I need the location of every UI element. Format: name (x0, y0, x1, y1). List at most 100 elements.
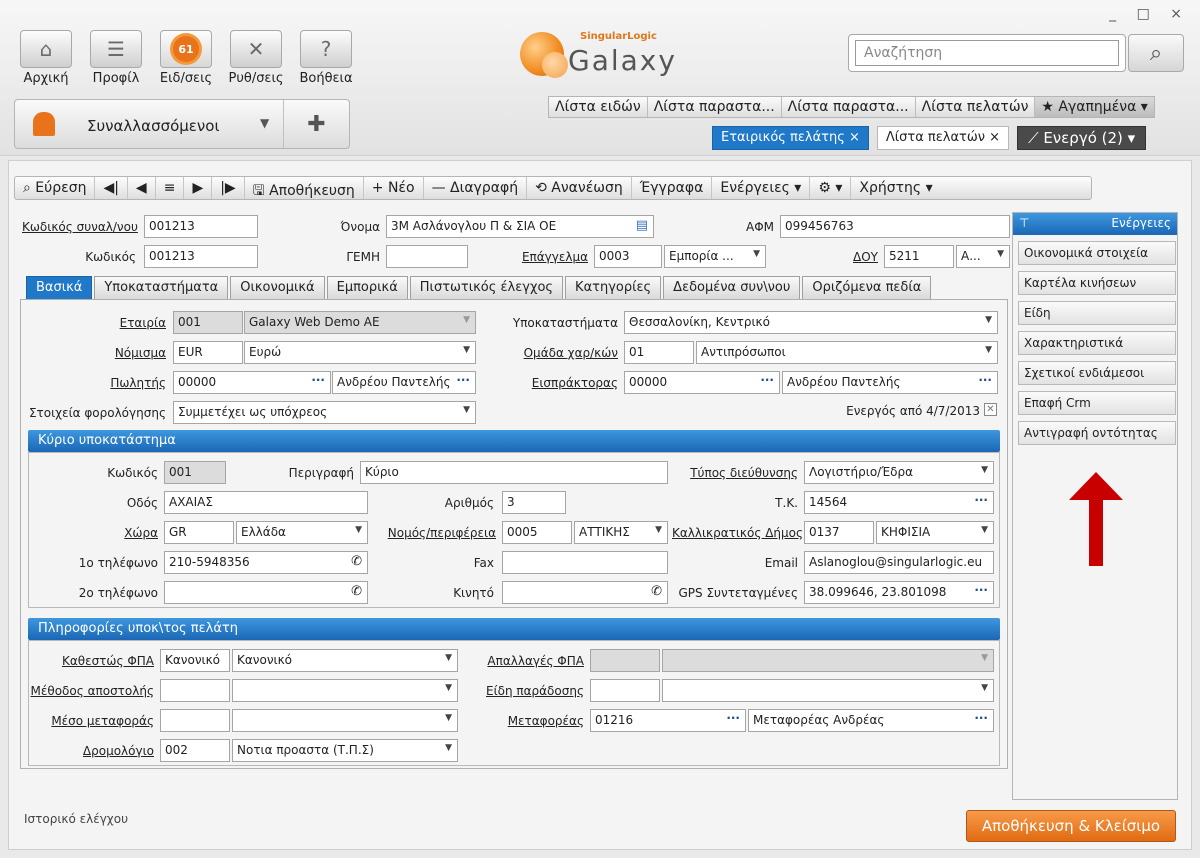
new-button[interactable]: + Νέο (364, 177, 424, 199)
region-code-field[interactable]: 0005 (502, 521, 572, 544)
desc-field[interactable]: Κύριο (360, 461, 668, 484)
action-items[interactable]: Είδη (1018, 301, 1176, 325)
zip-field[interactable]: 14564 ··· (804, 491, 994, 514)
open-tab-corporate-customer[interactable]: Εταιρικός πελάτης × (712, 126, 869, 150)
email-field[interactable]: Aslanoglou@singularlogic.eu (804, 551, 994, 574)
collector-code-field[interactable]: 00000 ··· (624, 371, 780, 394)
transport-label[interactable]: Μέσο μεταφοράς (30, 714, 154, 728)
tax-select[interactable]: Συμμετέχει ως υπόχρεος ▼ (173, 401, 476, 424)
actions-menu[interactable]: Ενέργειες ▾ (712, 177, 811, 199)
seller-name-field[interactable]: Ανδρέου Παντελής ··· (332, 371, 476, 394)
vat-exemptions-code-field[interactable] (590, 649, 660, 672)
municipality-select[interactable]: ΚΗΦΙΣΙΑ ▼ (876, 521, 994, 544)
refresh-button[interactable]: ⟲ Ανανέωση (527, 177, 632, 199)
favorites-tab[interactable]: ★ Αγαπημένα ▾ (1035, 97, 1154, 117)
code-partner-field[interactable]: 001213 (144, 215, 258, 238)
search-button[interactable]: ⌕ (1128, 34, 1184, 72)
delivery-label[interactable]: Είδη παράδοσης (470, 684, 584, 698)
next-record-button[interactable]: ▶ (184, 177, 213, 199)
nav-settings[interactable]: ✕ Ρυθ/σεις (224, 30, 288, 86)
vat-code-field[interactable]: Κανονικό (160, 649, 230, 672)
save-button[interactable]: 🖫 Αποθήκευση (245, 177, 364, 199)
prev-record-button[interactable]: ◀ (128, 177, 156, 199)
browse-icon[interactable]: ··· (760, 373, 774, 387)
ship-method-code-field[interactable] (160, 679, 230, 702)
municipality-code-field[interactable]: 0137 (804, 521, 874, 544)
search-input[interactable]: Αναζήτηση (855, 40, 1119, 66)
pin-icon[interactable]: ⊤ (1019, 216, 1029, 230)
route-label[interactable]: Δρομολόγιο (30, 744, 154, 758)
first-record-button[interactable]: ◀| (95, 177, 128, 199)
currency-label[interactable]: Νόμισμα (30, 346, 166, 360)
list-button[interactable]: ≡ (156, 177, 185, 199)
carrier-code-field[interactable]: 01216 ··· (590, 709, 746, 732)
browse-icon[interactable]: ··· (311, 373, 325, 387)
active-checkbox[interactable]: ✕ (984, 403, 997, 416)
browse-icon[interactable]: ··· (726, 711, 740, 725)
tab-categories[interactable]: Κατηγορίες (565, 276, 662, 300)
currency-select[interactable]: Ευρώ ▼ (244, 341, 476, 364)
branches-select[interactable]: Θεσσαλονίκη, Κεντρικό ▼ (624, 311, 998, 334)
tab-commercial[interactable]: Εμπορικά (326, 276, 408, 300)
carrier-name-field[interactable]: Μεταφορέας Ανδρέας ··· (748, 709, 994, 732)
tab-partner-data[interactable]: Δεδομένα συν\νου (663, 276, 801, 300)
code-partner-label[interactable]: Κωδικός συναλ/νου (22, 220, 138, 234)
addr-type-select[interactable]: Λογιστήριο/Έδρα ▼ (804, 461, 994, 484)
vat-label[interactable]: Καθεστώς ΦΠΑ (30, 654, 154, 668)
transport-code-field[interactable] (160, 709, 230, 732)
fax-field[interactable] (502, 551, 668, 574)
ship-method-select[interactable]: ▼ (232, 679, 458, 702)
window-controls[interactable]: _ □ × (1109, 6, 1190, 22)
browse-icon[interactable]: ··· (974, 711, 988, 725)
gemh-field[interactable] (386, 245, 468, 268)
tab-custom-fields[interactable]: Οριζόμενα πεδία (802, 276, 932, 300)
open-tab-customer-list[interactable]: Λίστα πελατών × (876, 126, 1010, 150)
save-close-button[interactable]: Αποθήκευση & Κλείσιμο (966, 810, 1176, 842)
transport-select[interactable]: ▼ (232, 709, 458, 732)
delivery-code-field[interactable] (590, 679, 660, 702)
documents-button[interactable]: Έγγραφα (632, 177, 713, 199)
audit-history-link[interactable]: Ιστορικό ελέγχου (24, 812, 128, 826)
delete-button[interactable]: — Διαγραφή (424, 177, 528, 199)
quick-tab[interactable]: Λίστα παραστα... (782, 97, 916, 117)
action-crm-contact[interactable]: Επαφή Crm (1018, 391, 1176, 415)
number-field[interactable]: 3 (502, 491, 566, 514)
company-select[interactable]: Galaxy Web Demo AE ▼ (244, 311, 476, 334)
region-label[interactable]: Νομός/περιφέρεια (376, 526, 496, 540)
country-select[interactable]: Ελλάδα ▼ (236, 521, 368, 544)
route-select[interactable]: Νοτια προαστα (Τ.Π.Σ) ▼ (232, 739, 458, 762)
name-field[interactable]: 3Μ Ασλάνογλου Π & ΣΙΑ ΟΕ ▤ (386, 215, 654, 238)
currency-code-field[interactable]: EUR (173, 341, 243, 364)
phone1-field[interactable]: 210-5948356 ✆ (164, 551, 368, 574)
route-code-field[interactable]: 002 (160, 739, 230, 762)
gps-field[interactable]: 38.099646, 23.801098 ··· (804, 581, 994, 604)
browse-icon[interactable]: ··· (978, 373, 992, 387)
company-label[interactable]: Εταιρία (30, 316, 166, 330)
puzzle-icon[interactable]: ✚ (283, 100, 349, 148)
company-code-field[interactable]: 001 (173, 311, 243, 334)
quick-tab[interactable]: Λίστα ειδών (549, 97, 648, 117)
vat-select[interactable]: Κανονικό ▼ (232, 649, 458, 672)
vat-exemptions-select[interactable]: ▼ (662, 649, 994, 672)
collector-label[interactable]: Εισπράκτορας (490, 376, 618, 390)
phone-icon[interactable]: ✆ (351, 584, 362, 599)
doy-select[interactable]: Α... ▼ (956, 245, 1010, 268)
browse-icon[interactable]: ··· (974, 493, 988, 507)
user-menu[interactable]: Χρήστης ▾ (851, 177, 940, 199)
chevron-down-icon[interactable]: ▼ (260, 116, 269, 130)
action-financial[interactable]: Οικονομικά στοιχεία (1018, 241, 1176, 265)
phone2-field[interactable]: ✆ (164, 581, 368, 604)
tab-basic[interactable]: Βασικά (26, 276, 93, 300)
collector-name-field[interactable]: Ανδρέου Παντελής ··· (782, 371, 998, 394)
action-characteristics[interactable]: Χαρακτηριστικά (1018, 331, 1176, 355)
browse-icon[interactable]: ··· (974, 583, 988, 597)
profession-label[interactable]: Επάγγελμα (500, 250, 588, 264)
group-select[interactable]: Αντιπρόσωποι ▼ (696, 341, 998, 364)
tab-financial[interactable]: Οικονομικά (230, 276, 325, 300)
region-select[interactable]: ΑΤΤΙΚΗΣ ▼ (574, 521, 668, 544)
doy-code-field[interactable]: 5211 (884, 245, 954, 268)
group-label[interactable]: Ομάδα χαρ/κών (490, 346, 618, 360)
profession-select[interactable]: Εμπορία ... ▼ (664, 245, 766, 268)
tab-credit-control[interactable]: Πιστωτικός έλεγχος (409, 276, 564, 300)
municipality-label[interactable]: Καλλικρατικός Δήμος (672, 526, 803, 540)
